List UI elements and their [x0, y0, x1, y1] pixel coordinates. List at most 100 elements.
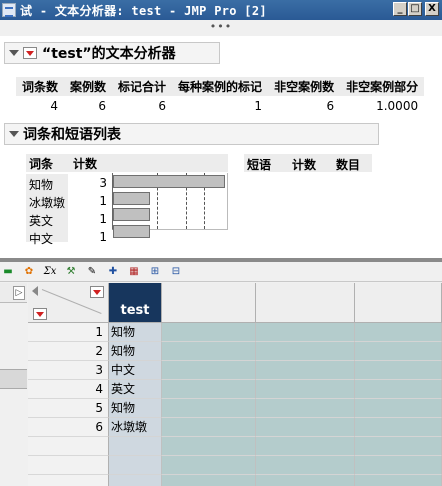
table-cell-test[interactable]: 英文: [109, 380, 162, 399]
summary-header: 每种案例的标记: [172, 77, 269, 96]
term-bar-chart: [112, 173, 228, 238]
table-cell[interactable]: [162, 361, 256, 380]
table-cell-test[interactable]: 中文: [109, 361, 162, 380]
left-panel-header: ▷: [0, 283, 27, 303]
table-cell-test[interactable]: 知物: [109, 323, 162, 342]
table-cell[interactable]: [256, 437, 355, 456]
term-count: 1: [99, 194, 107, 208]
formula-icon[interactable]: Σx: [42, 265, 58, 279]
bars-icon[interactable]: ▬: [0, 265, 16, 279]
column-menu-icon[interactable]: [90, 286, 104, 298]
maximize-button[interactable]: □: [408, 2, 422, 16]
close-button[interactable]: X: [425, 2, 439, 16]
row-number[interactable]: 4: [28, 380, 109, 399]
term-bar: [113, 191, 150, 205]
summary-value: 6: [326, 98, 335, 113]
split-icon[interactable]: ⊟: [168, 265, 184, 279]
table-cell[interactable]: [162, 475, 256, 486]
phrase-column-header: 短语: [247, 158, 272, 172]
table-cell[interactable]: [256, 475, 355, 486]
table-cell[interactable]: [355, 437, 442, 456]
minimize-button[interactable]: _: [393, 2, 407, 16]
window-drag-grip[interactable]: •••: [0, 20, 442, 36]
count-column-header: 计数: [73, 156, 98, 171]
table-cell-test[interactable]: [109, 456, 162, 475]
data-table-toolbar: ▬ ✿ Σx ⚒ ✎ ✚ ▦ ⊞ ⊟: [0, 262, 442, 282]
table-cell[interactable]: [256, 342, 355, 361]
table-cell[interactable]: [162, 456, 256, 475]
row-number[interactable]: [28, 437, 109, 456]
term-label: 英文: [29, 214, 54, 228]
table-cell-test[interactable]: [109, 437, 162, 456]
empty-column-header[interactable]: [256, 283, 355, 323]
edit-icon[interactable]: ✎: [84, 265, 100, 279]
row-number[interactable]: 3: [28, 361, 109, 380]
row-number[interactable]: 5: [28, 399, 109, 418]
table-cell[interactable]: [162, 437, 256, 456]
summary-value: 1.0000: [376, 98, 419, 113]
term-row[interactable]: 冰墩墩 1: [26, 192, 112, 210]
row-menu-icon[interactable]: [33, 308, 47, 320]
tools-icon[interactable]: ⚒: [63, 265, 79, 279]
table-cell[interactable]: [256, 399, 355, 418]
summary-header: 案例数: [64, 77, 113, 96]
table-cell[interactable]: [355, 361, 442, 380]
red-triangle-menu-icon[interactable]: [23, 47, 37, 59]
expand-arrow-icon[interactable]: ▷: [13, 286, 25, 300]
table-cell[interactable]: [355, 475, 442, 486]
table-cell[interactable]: [256, 418, 355, 437]
table-cell[interactable]: [355, 399, 442, 418]
table-cell-test[interactable]: 知物: [109, 399, 162, 418]
table-cell[interactable]: [355, 323, 442, 342]
column-header-test[interactable]: test: [109, 283, 162, 323]
table-cell[interactable]: [256, 361, 355, 380]
jmp-app-icon: [2, 3, 16, 17]
row-number[interactable]: 1: [28, 323, 109, 342]
terms-table-header: 词条 计数: [26, 154, 112, 172]
summary-header: 标记合计: [112, 77, 173, 96]
window-title: 试 - 文本分析器: test - JMP Pro [2]: [20, 3, 267, 18]
table-cell[interactable]: [256, 380, 355, 399]
table-cell[interactable]: [162, 418, 256, 437]
row-number[interactable]: [28, 475, 109, 486]
term-count: 1: [99, 212, 107, 226]
data-grid: test 1 知物 2 知物 3 中文 4 英文 5 知物 6 冰墩墩: [28, 283, 442, 486]
collapse-triangle-icon[interactable]: [9, 50, 19, 56]
table-cell-test[interactable]: 知物: [109, 342, 162, 361]
report-pane: “test”的文本分析器 词条数 案例数 标记合计 每种案例的标记 非空案例数 非空案例部…: [0, 36, 442, 258]
term-row[interactable]: 中文 1: [26, 228, 112, 246]
phrase-table-header: 短语 计数 数目: [244, 154, 372, 172]
table-cell[interactable]: [355, 418, 442, 437]
table-cell[interactable]: [355, 380, 442, 399]
table-cell[interactable]: [162, 399, 256, 418]
term-column-header: 词条: [29, 156, 54, 171]
term-row[interactable]: 知物 3: [26, 174, 112, 192]
terms-outline-header[interactable]: 词条和短语列表: [4, 123, 379, 145]
table-cell[interactable]: [355, 456, 442, 475]
table-cell[interactable]: [162, 342, 256, 361]
table-cell-test[interactable]: 冰墩墩: [109, 418, 162, 437]
table-cell[interactable]: [355, 342, 442, 361]
report-outline-header[interactable]: “test”的文本分析器: [4, 42, 220, 64]
row-number[interactable]: 2: [28, 342, 109, 361]
cross-icon[interactable]: ✚: [105, 265, 121, 279]
row-number[interactable]: 6: [28, 418, 109, 437]
table-cell[interactable]: [162, 323, 256, 342]
corner-collapse-icon[interactable]: [32, 286, 38, 296]
table-cell[interactable]: [162, 380, 256, 399]
empty-column-header[interactable]: [162, 283, 256, 323]
table-left-panel: ▷: [0, 283, 27, 486]
table-cell[interactable]: [256, 323, 355, 342]
table-cell-test[interactable]: [109, 475, 162, 486]
left-panel-divider: [0, 369, 27, 389]
table-icon[interactable]: ⊞: [147, 265, 163, 279]
table-corner: [28, 283, 109, 323]
collapse-triangle-icon[interactable]: [9, 131, 19, 137]
term-count: 1: [99, 230, 107, 244]
grid-icon[interactable]: ▦: [126, 265, 142, 279]
color-icon[interactable]: ✿: [21, 265, 37, 279]
table-cell[interactable]: [256, 456, 355, 475]
row-number[interactable]: [28, 456, 109, 475]
empty-column-header[interactable]: [355, 283, 442, 323]
term-row[interactable]: 英文 1: [26, 210, 112, 228]
